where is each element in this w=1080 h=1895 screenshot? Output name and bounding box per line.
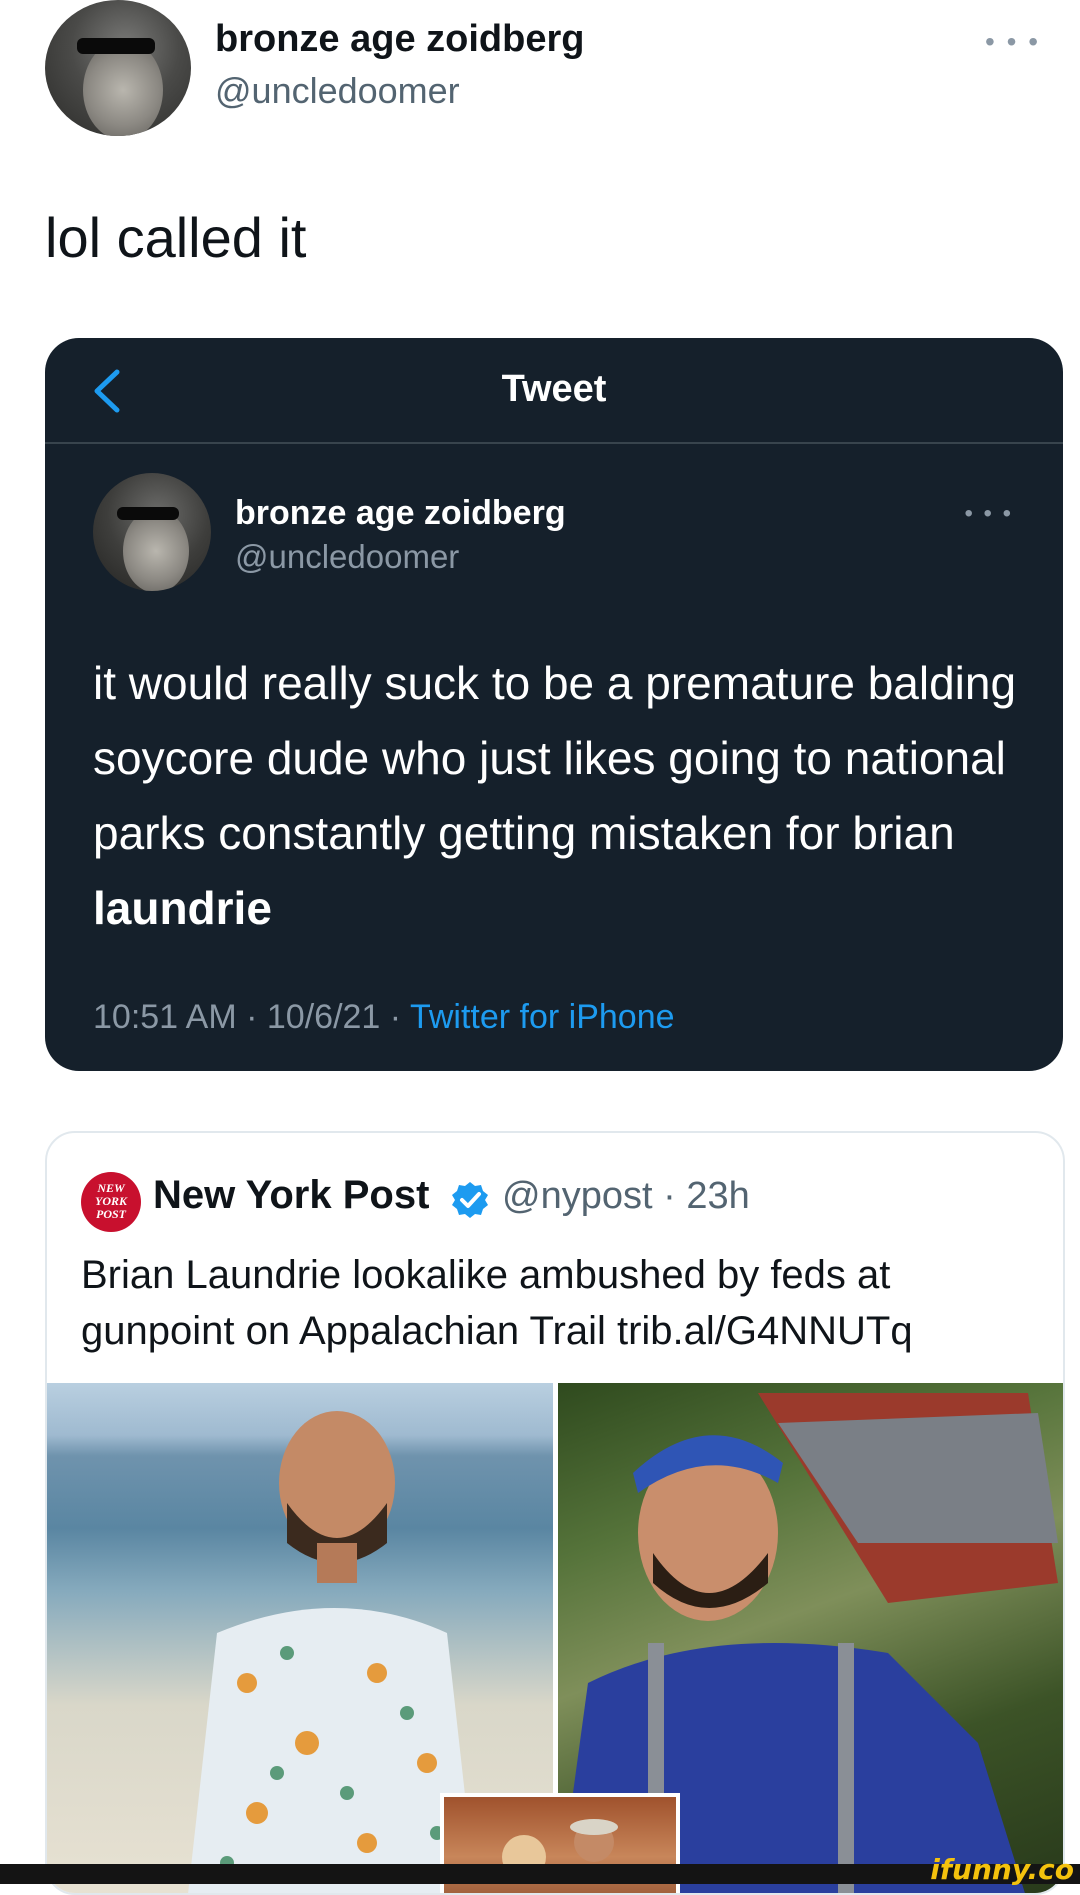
ellipsis-icon: • • •: [964, 500, 1013, 527]
author-avatar[interactable]: [45, 0, 191, 136]
nypost-logo: NEW YORK POST: [81, 1172, 141, 1232]
quoted-tweet-card[interactable]: NEW YORK POST New York Post @nypost · 23…: [45, 1131, 1065, 1895]
avatar: [93, 473, 211, 591]
tweet-text: lol called it: [45, 206, 307, 269]
screen-title: Tweet: [501, 368, 607, 410]
separator: ·: [389, 998, 410, 1036]
quoted-handle-time: @nypost · 23h: [502, 1175, 750, 1218]
verified-badge-icon: [452, 1182, 488, 1218]
separator: ·: [246, 998, 267, 1036]
quoted-handle: @nypost: [502, 1175, 653, 1217]
tweet-source: Twitter for iPhone: [409, 998, 675, 1036]
tweet-date: 10/6/21: [266, 998, 381, 1036]
ellipsis-icon[interactable]: • • •: [985, 26, 1040, 58]
footer-bar: [0, 1864, 1080, 1884]
author-name[interactable]: bronze age zoidberg: [215, 18, 584, 61]
logo-text: NEW YORK POST: [94, 1181, 127, 1221]
quoted-age: 23h: [686, 1175, 750, 1217]
quoted-text: Brian Laundrie lookalike ambushed by fed…: [81, 1253, 913, 1353]
ifunny-watermark: ifunny.co: [930, 1853, 1074, 1886]
separator: ·: [663, 1175, 687, 1217]
author-handle[interactable]: @uncledoomer: [215, 70, 460, 112]
divider: [45, 442, 1063, 444]
tweet-body-text: it would really suck to be a premature b…: [93, 657, 1017, 859]
author-handle: @uncledoomer: [235, 538, 460, 575]
embedded-tweet-screenshot: Tweet bronze age zoidberg @uncledoomer •…: [45, 338, 1063, 1071]
tweet-body-bold: laundrie: [93, 882, 272, 934]
tweet-time: 10:51 AM: [93, 998, 237, 1036]
tweet-body: it would really suck to be a premature b…: [93, 646, 1033, 946]
quoted-author-name: New York Post: [153, 1173, 430, 1217]
author-name: bronze age zoidberg: [235, 494, 566, 532]
tweet-meta: 10:51 AM · 10/6/21 · Twitter for iPhone: [93, 998, 675, 1037]
